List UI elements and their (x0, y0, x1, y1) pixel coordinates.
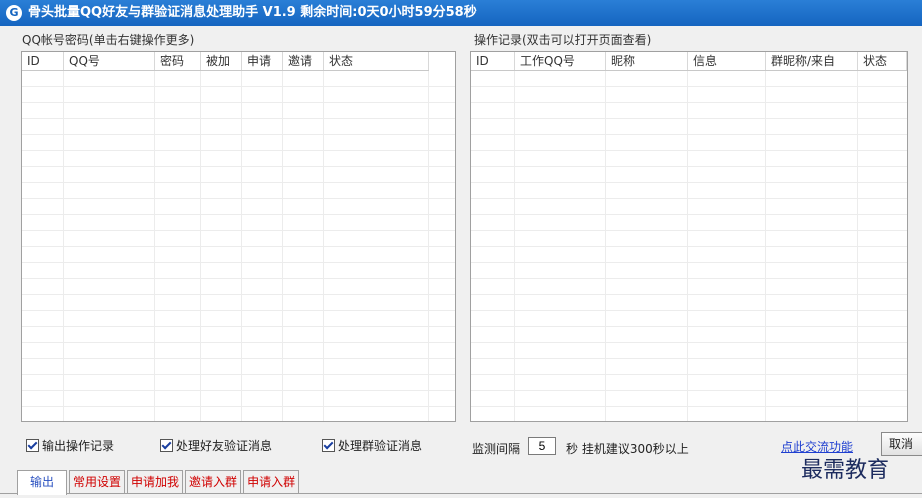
col-header-status[interactable]: 状态 (324, 52, 429, 70)
checkbox-checked-icon (160, 439, 173, 452)
col-header-password[interactable]: 密码 (155, 52, 201, 70)
log-list-body[interactable] (471, 71, 907, 421)
app-logo-icon: G (6, 5, 22, 21)
tab-common-settings[interactable]: 常用设置 (69, 470, 126, 493)
monitor-interval-label: 监测间隔 (472, 442, 521, 456)
accounts-list-body[interactable] (22, 71, 455, 421)
accounts-listview[interactable]: ID QQ号 密码 被加 申请 邀请 状态 (21, 51, 456, 422)
log-listview[interactable]: ID 工作QQ号 昵称 信息 群昵称/来自 状态 (470, 51, 908, 422)
col-header-id[interactable]: ID (22, 52, 64, 70)
grid-line (857, 71, 858, 421)
col-header-work-qq[interactable]: 工作QQ号 (515, 52, 606, 70)
group-verify-label: 处理群验证消息 (338, 439, 423, 453)
monitor-interval-unit: 秒 挂机建议300秒以上 (566, 442, 689, 456)
col-header-added[interactable]: 被加 (201, 52, 242, 70)
grid-line (241, 71, 242, 421)
col-header-qq[interactable]: QQ号 (64, 52, 155, 70)
title-bar[interactable]: G 骨头批量QQ好友与群验证消息处理助手 V1.9 剩余时间:0天0小时59分5… (0, 0, 922, 26)
tab-invite-to-group[interactable]: 邀请入群 (185, 470, 242, 493)
tab-apply-join-group[interactable]: 申请入群 (243, 470, 300, 493)
grid-line (605, 71, 606, 421)
col-header-id[interactable]: ID (471, 52, 515, 70)
friend-verify-checkbox[interactable]: 处理好友验证消息 (160, 437, 272, 454)
col-header-group-from[interactable]: 群昵称/来自 (766, 52, 858, 70)
tab-apply-add-me[interactable]: 申请加我 (127, 470, 184, 493)
watermark: 最需教育 (801, 458, 890, 483)
grid-line (687, 71, 688, 421)
grid-line (154, 71, 155, 421)
accounts-group-label: QQ帐号密码(单击右键操作更多) (22, 33, 195, 47)
tab-output[interactable]: 输出 (17, 470, 68, 495)
grid-line (282, 71, 283, 421)
grid-line (514, 71, 515, 421)
accounts-list-header: ID QQ号 密码 被加 申请 邀请 状态 (22, 52, 429, 71)
grid-line (63, 71, 64, 421)
log-list-header: ID 工作QQ号 昵称 信息 群昵称/来自 状态 (471, 52, 907, 71)
output-log-label: 输出操作记录 (42, 439, 115, 453)
col-header-invite[interactable]: 邀请 (283, 52, 324, 70)
group-verify-checkbox[interactable]: 处理群验证消息 (322, 437, 422, 454)
col-header-info[interactable]: 信息 (688, 52, 766, 70)
checkbox-checked-icon (322, 439, 335, 452)
checkbox-checked-icon (26, 439, 39, 452)
monitor-interval-input[interactable] (528, 437, 556, 455)
col-header-nickname[interactable]: 昵称 (606, 52, 688, 70)
grid-line (765, 71, 766, 421)
friend-verify-label: 处理好友验证消息 (176, 439, 273, 453)
window-title: 骨头批量QQ好友与群验证消息处理助手 V1.9 剩余时间:0天0小时59分58秒 (28, 5, 477, 20)
grid-line (323, 71, 324, 421)
log-group-label: 操作记录(双击可以打开页面查看) (474, 33, 652, 47)
grid-line (428, 71, 429, 421)
output-log-checkbox[interactable]: 输出操作记录 (26, 437, 114, 454)
col-header-apply[interactable]: 申请 (242, 52, 283, 70)
tab-strip: 输出 常用设置 申请加我 邀请入群 申请入群 (17, 470, 301, 495)
grid-line (200, 71, 201, 421)
col-header-status[interactable]: 状态 (858, 52, 907, 70)
